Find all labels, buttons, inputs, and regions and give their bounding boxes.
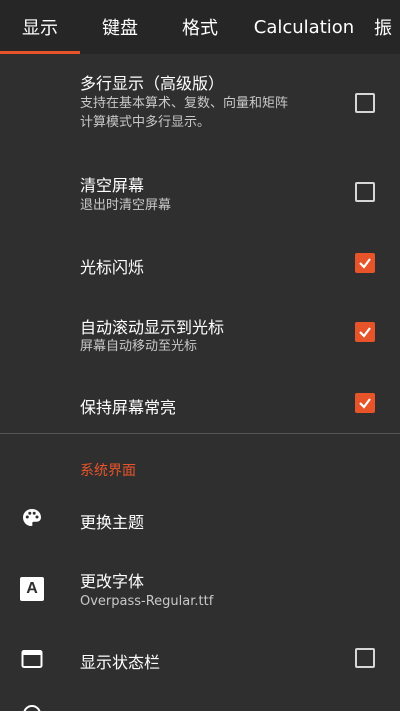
setting-clear-screen[interactable]: 清空屏幕 退出时清空屏幕 <box>0 154 400 234</box>
setting-title: 更改字体 <box>80 572 145 591</box>
clear-screen-checkbox[interactable] <box>355 182 375 202</box>
setting-title: 保持屏幕常亮 <box>80 398 177 417</box>
setting-desc: 屏幕自动移动至光标 <box>80 339 198 354</box>
window-icon <box>21 650 43 668</box>
setting-change-theme[interactable]: 更换主题 <box>0 494 400 544</box>
tab-calculation[interactable]: Calculation <box>246 0 362 54</box>
auto-scroll-checkbox[interactable] <box>355 322 375 342</box>
tab-format[interactable]: 格式 <box>160 0 240 54</box>
setting-desc: 支持在基本算术、复数、向量和矩阵 <box>80 96 289 111</box>
cursor-blink-checkbox[interactable] <box>355 253 375 273</box>
status-bar-checkbox[interactable] <box>355 648 375 668</box>
setting-show-status-bar[interactable]: 显示状态栏 <box>0 634 400 684</box>
setting-title: 光标闪烁 <box>80 258 145 277</box>
keep-screen-on-checkbox[interactable] <box>355 393 375 413</box>
setting-auto-scroll[interactable]: 自动滚动显示到光标 屏幕自动移动至光标 <box>0 294 400 374</box>
setting-desc: 退出时清空屏幕 <box>80 198 172 213</box>
setting-title: 多行显示（高级版） <box>80 74 225 93</box>
tab-display[interactable]: 显示 <box>0 0 80 54</box>
multiline-checkbox[interactable] <box>355 93 375 113</box>
setting-desc: Overpass-Regular.ttf <box>80 594 214 609</box>
setting-title: 显示状态栏 <box>80 653 161 672</box>
setting-keep-screen-on[interactable]: 保持屏幕常亮 <box>0 374 400 432</box>
section-header-system-ui: 系统界面 <box>80 463 136 479</box>
tab-bar: 显示 键盘 格式 Calculation 振 <box>0 0 400 54</box>
setting-title: 自动滚动显示到光标 <box>80 318 225 337</box>
section-divider <box>0 433 400 434</box>
tab-keyboard[interactable]: 键盘 <box>80 0 160 54</box>
check-icon <box>359 398 371 409</box>
setting-multiline[interactable]: 多行显示（高级版） 支持在基本算术、复数、向量和矩阵 计算模式中多行显示。 <box>0 54 400 154</box>
setting-desc: 计算模式中多行显示。 <box>80 115 211 130</box>
setting-change-font[interactable]: A 更改字体 Overpass-Regular.ttf <box>0 554 400 614</box>
palette-icon <box>23 509 41 526</box>
font-a-icon: A <box>20 577 44 601</box>
check-icon <box>359 327 371 338</box>
setting-title: 更换主题 <box>80 513 145 532</box>
setting-title: 清空屏幕 <box>80 176 145 195</box>
setting-cursor-blink[interactable]: 光标闪烁 <box>0 234 400 294</box>
partial-next-icon <box>23 705 41 711</box>
check-icon <box>359 258 371 269</box>
tab-vibration[interactable]: 振 <box>374 0 400 54</box>
